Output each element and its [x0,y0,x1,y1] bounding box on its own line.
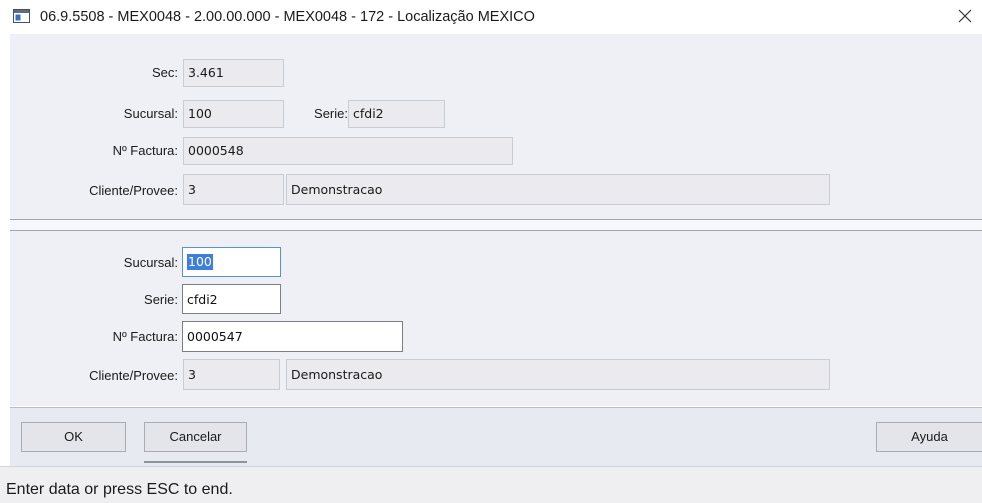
edit-cliente-name-field: Demonstracao [286,359,830,390]
cliente-label: Cliente/Provee: [89,183,178,198]
factura-field: 0000548 [183,137,513,165]
window-title: 06.9.5508 - MEX0048 - 2.00.00.000 - MEX0… [40,9,535,25]
app-window-icon [13,9,30,23]
cliente-name-field: Demonstracao [286,174,830,205]
cancel-button[interactable]: Cancelar [144,422,247,452]
sec-label: Sec: [151,65,178,80]
close-icon [958,9,972,23]
edit-factura-value: 0000547 [187,329,243,344]
edit-serie-value: cfdi2 [187,292,218,307]
sec-field: 3.461 [183,59,284,87]
section-gap [10,220,982,230]
edit-sucursal-input[interactable]: 100 [182,247,281,277]
edit-sucursal-label: Sucursal: [123,255,178,270]
edit-factura-label: Nº Factura: [112,329,178,344]
cliente-code-field: 3 [183,174,284,205]
edit-cliente-label: Cliente/Provee: [89,368,178,383]
status-message: Enter data or press ESC to end. [6,481,233,498]
factura-label: Nº Factura: [112,143,178,158]
edit-serie-label: Serie: [144,292,178,307]
edit-factura-input[interactable]: 0000547 [182,321,403,352]
edit-cliente-code-field: 3 [183,359,280,390]
help-button[interactable]: Ayuda [876,422,982,452]
sucursal-field: 100 [183,100,284,128]
serie-label: Serie: [314,106,348,121]
sucursal-label: Sucursal: [123,106,178,121]
edit-serie-input[interactable]: cfdi2 [182,284,281,314]
serie-field: cfdi2 [348,100,445,128]
ok-button[interactable]: OK [21,422,126,452]
cancel-button-focus-underline [144,461,247,463]
close-button[interactable] [950,4,980,30]
edit-sucursal-value: 100 [187,254,213,270]
